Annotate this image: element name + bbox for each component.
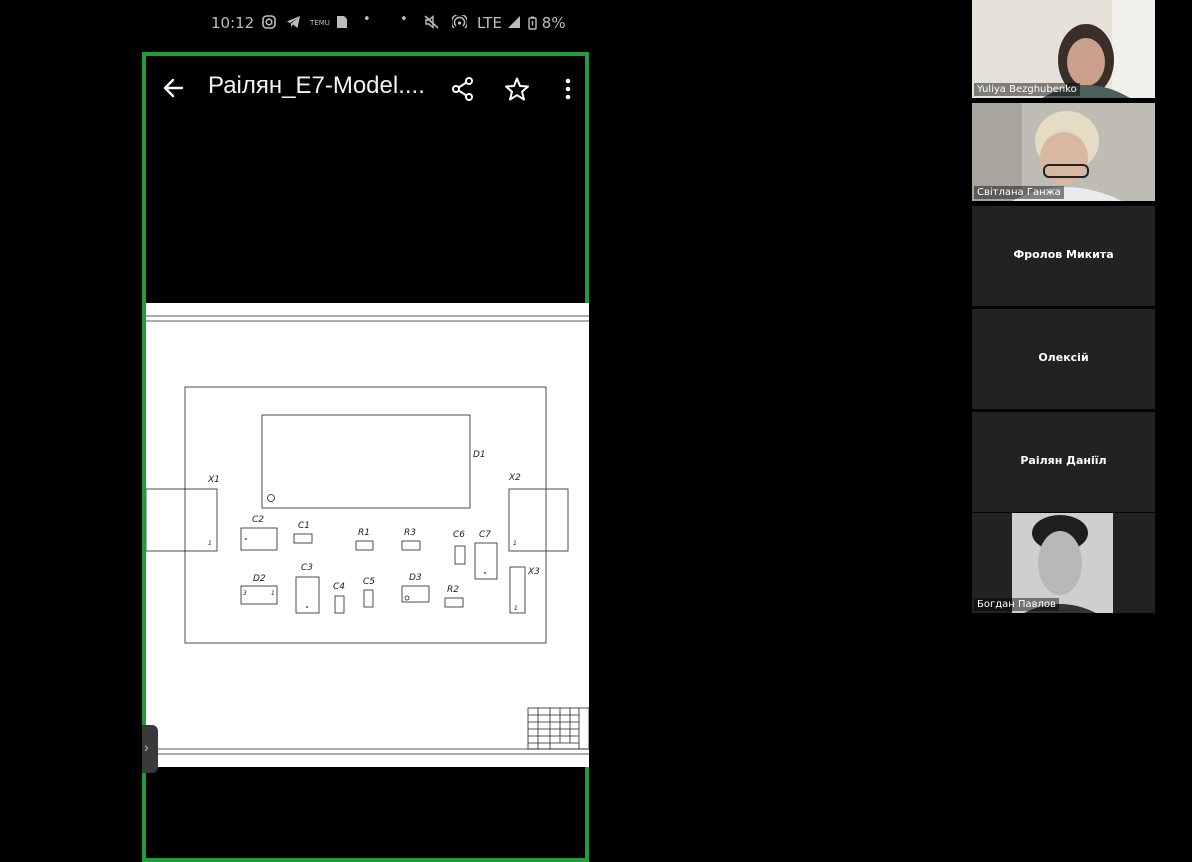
label-d2-pin3: 3 — [243, 590, 247, 597]
screen-share-frame: Раілян_Е7-Model.... D1 X1 X2 X3 C2 C1 R1… — [142, 52, 589, 862]
label-r1: R1 — [358, 528, 370, 538]
status-time: 10:12 — [211, 14, 255, 32]
label-c4: C4 — [333, 582, 345, 592]
label-c1: C1 — [298, 521, 310, 531]
label-x2-pin1: 1 — [513, 540, 517, 547]
more-vert-icon[interactable] — [558, 76, 578, 102]
label-x3: X3 — [527, 567, 540, 577]
hotspot-icon — [450, 13, 469, 33]
participant-tile[interactable]: Світлана Ганжа — [972, 103, 1155, 201]
component-r1 — [355, 540, 374, 551]
dot-icon: • — [363, 12, 371, 27]
phone-status-bar: 10:12 TEMU • • LTE 8% — [150, 10, 590, 38]
label-x1-pin1: 1 — [208, 540, 212, 547]
participant-name: Раілян Даніїл — [1020, 454, 1107, 467]
temu-icon: TEMU — [310, 19, 330, 27]
pcb-assembly-drawing[interactable]: D1 X1 X2 X3 C2 C1 R1 R3 C6 C7 D2 C3 C4 C… — [146, 303, 589, 767]
label-c3: C3 — [301, 563, 313, 573]
d3-pin-marker — [404, 595, 410, 601]
network-type: LTE — [477, 14, 502, 32]
label-d2-pin1: 1 — [271, 590, 275, 597]
participant-name: Світлана Ганжа — [974, 186, 1064, 199]
component-c7 — [474, 542, 498, 580]
label-c2: C2 — [252, 515, 264, 525]
mute-icon — [424, 14, 439, 33]
chevron-right-icon: › — [144, 739, 149, 755]
label-d1: D1 — [473, 450, 486, 460]
telegram-icon — [286, 15, 301, 33]
participant-name: Фролов Микита — [1013, 248, 1114, 261]
component-r3 — [401, 540, 421, 551]
component-r2 — [444, 597, 464, 608]
label-c6: C6 — [453, 530, 465, 540]
participant-name: Yuliya Bezghubenko — [974, 83, 1080, 96]
label-x2: X2 — [508, 473, 521, 483]
battery-level: 8% — [528, 14, 566, 32]
participant-tile[interactable]: Богдан Павлов — [972, 513, 1155, 613]
board-outline — [184, 386, 547, 644]
participant-tile[interactable]: Олексій — [972, 309, 1155, 409]
label-x1: X1 — [207, 475, 220, 485]
star-icon[interactable] — [504, 76, 530, 102]
label-r2: R2 — [447, 585, 459, 595]
component-x1 — [146, 488, 218, 552]
label-x3-pin1: 1 — [514, 605, 518, 612]
back-arrow-icon[interactable] — [160, 74, 188, 102]
component-x2 — [508, 488, 569, 552]
viewer-app-bar: Раілян_Е7-Model.... — [146, 56, 585, 122]
participant-tile[interactable]: Фролов Микита — [972, 206, 1155, 306]
label-c5: C5 — [363, 577, 375, 587]
component-c1 — [293, 533, 313, 544]
title-block — [527, 707, 589, 750]
component-c6 — [454, 545, 466, 565]
document-title: Раілян_Е7-Model.... — [208, 72, 425, 99]
component-d1 — [261, 414, 471, 509]
participant-name: Олексій — [1038, 351, 1089, 364]
component-c4 — [334, 595, 345, 614]
label-d3: D3 — [409, 573, 422, 583]
component-c5 — [363, 589, 374, 608]
label-d2: D2 — [253, 574, 266, 584]
participant-tile[interactable]: Yuliya Bezghubenko — [972, 0, 1155, 98]
label-c7: C7 — [479, 530, 491, 540]
sd-card-icon — [336, 15, 348, 33]
instagram-icon — [262, 15, 276, 33]
signal-icon — [507, 15, 521, 33]
participant-tile[interactable]: Раілян Даніїл — [972, 412, 1155, 512]
dot-icon: • — [400, 12, 408, 27]
share-icon[interactable] — [450, 76, 476, 102]
participant-name: Богдан Павлов — [974, 598, 1059, 611]
d1-pin-marker — [267, 494, 275, 502]
side-panel-handle[interactable]: › — [142, 725, 158, 773]
label-r3: R3 — [404, 528, 416, 538]
battery-percent: 8% — [541, 14, 566, 32]
